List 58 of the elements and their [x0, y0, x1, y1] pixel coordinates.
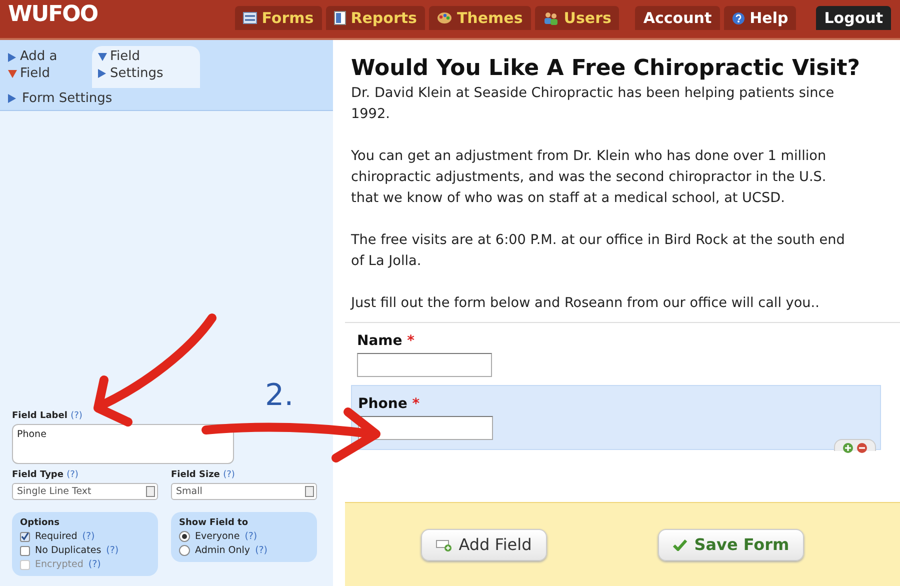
option-label: Encrypted — [35, 559, 84, 570]
help-icon — [732, 12, 745, 24]
help-link[interactable]: (?) — [66, 470, 78, 480]
panel-tab[interactable]: Field Settings — [92, 46, 200, 88]
required-mark: * — [407, 333, 414, 349]
nav-tab[interactable]: Forms — [234, 6, 322, 30]
field-label: Phone — [358, 396, 408, 412]
checkbox[interactable] — [20, 532, 30, 542]
add-icon[interactable] — [843, 443, 853, 453]
palette-icon — [436, 12, 452, 24]
select-field[interactable]: Single Line Text — [12, 483, 158, 500]
field-caption: Field Label — [12, 411, 68, 421]
description-paragraph: Dr. David Klein at Seaside Chiropractic has been helping patients since 1992. — [351, 84, 836, 124]
delete-icon[interactable] — [857, 443, 867, 453]
radio-button[interactable] — [179, 531, 190, 542]
save-form-button[interactable]: Save Form — [658, 528, 804, 560]
check-icon — [673, 538, 688, 550]
nav-tab[interactable]: Reports — [326, 6, 425, 30]
required-mark: * — [412, 396, 420, 412]
option-label: Required — [35, 531, 78, 542]
radio-button[interactable] — [179, 545, 190, 556]
nav-tab[interactable]: Help — [724, 6, 796, 30]
option-label: No Duplicates — [35, 545, 102, 556]
people-icon — [542, 11, 559, 25]
annotation-number: 2. — [265, 378, 294, 413]
help-link[interactable]: (?) — [70, 411, 82, 421]
help-link[interactable]: (?) — [244, 531, 258, 542]
checkbox[interactable] — [20, 546, 30, 556]
nav-tab[interactable]: Themes — [428, 6, 531, 30]
field-label: Name — [357, 333, 402, 349]
selected-field-row[interactable]: Phone * — [351, 385, 881, 450]
add-field-icon — [436, 538, 452, 552]
triangle-icon — [8, 94, 16, 103]
text-input[interactable] — [357, 353, 492, 377]
help-link[interactable]: (?) — [223, 470, 235, 480]
group-title: Show Field to — [179, 518, 250, 528]
help-link[interactable]: (?) — [255, 545, 268, 556]
nav-tab[interactable]: Users — [534, 6, 620, 30]
form-title: Would You Like A Free Chiropractic Visit? — [351, 56, 862, 81]
nav-tab[interactable]: Account — [635, 6, 720, 30]
wufoo-logo: WUFOO — [8, 2, 99, 27]
description-paragraph: You can get an adjustment from Dr. Klein who has done over 1 million chiropractic adjustments, and was the second chiropractor in the U.S. that we know of who was on staff at a medical school, at UCSD. — [351, 147, 828, 208]
select-field[interactable]: Small — [171, 483, 317, 500]
description-paragraph: The free visits are at 6:00 P.M. at our office in Bird Rock at the south end of La Jolla. — [351, 231, 845, 271]
help-link[interactable]: (?) — [82, 531, 95, 542]
description-paragraph: Just fill out the form below and Roseann from our office will call you.. — [351, 294, 820, 313]
help-link[interactable]: (?) — [106, 545, 119, 556]
option-label: Everyone — [195, 531, 240, 542]
field-caption: Field Size — [171, 470, 220, 480]
panel-tab[interactable]: Add a Field — [6, 46, 76, 88]
option-label: Admin Only — [195, 545, 250, 556]
field-label-input[interactable]: Phone — [12, 424, 234, 464]
group-title: Options — [20, 518, 60, 528]
add-field-button[interactable]: Add Field — [420, 528, 547, 560]
field-caption: Field Type — [12, 470, 64, 480]
form-settings-link[interactable]: Form Settings — [22, 91, 112, 106]
form-icon — [242, 12, 257, 24]
document-icon — [334, 11, 346, 25]
